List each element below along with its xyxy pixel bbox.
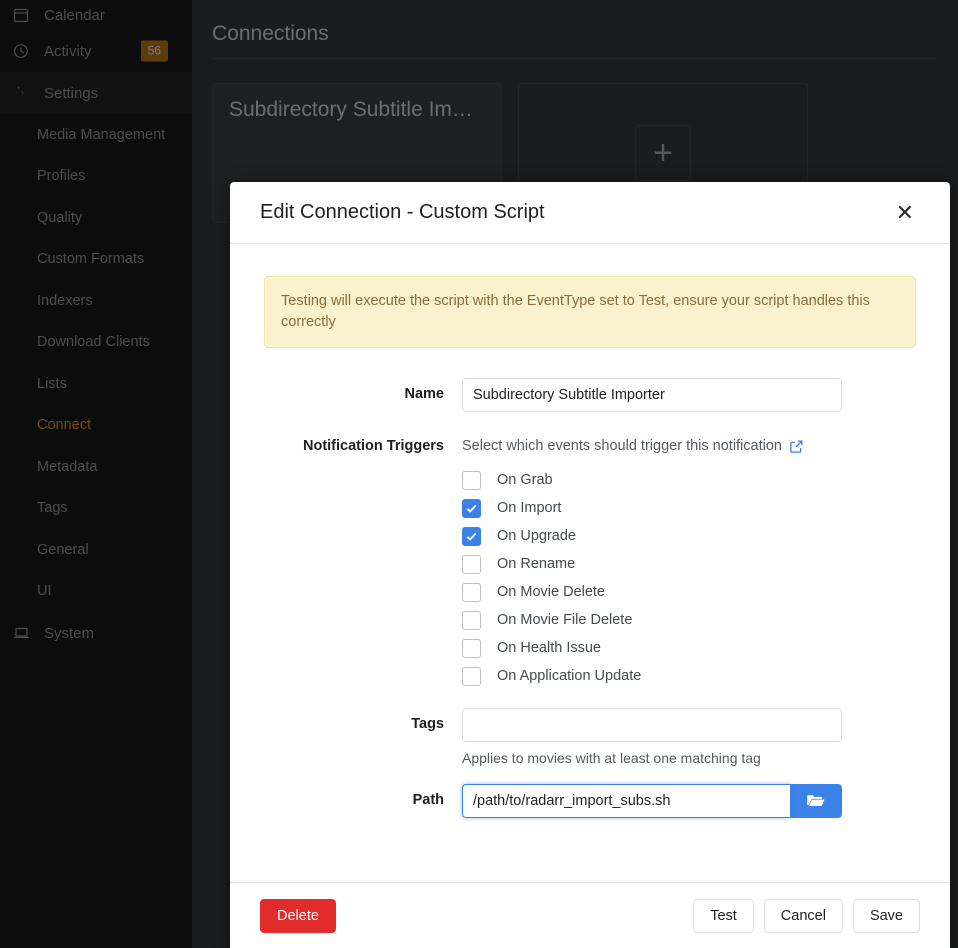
- checkbox-label: On Movie File Delete: [497, 612, 633, 629]
- save-button[interactable]: Save: [852, 898, 920, 933]
- checkbox-on-rename[interactable]: On Rename: [462, 550, 916, 578]
- checkbox-box[interactable]: [462, 470, 481, 490]
- testing-warning-alert: Testing will execute the script with the…: [264, 276, 916, 349]
- path-input-group: [462, 784, 842, 819]
- checkbox-label: On Upgrade: [497, 528, 576, 545]
- tags-helper-text: Applies to movies with at least one matc…: [462, 750, 761, 767]
- checkbox-on-movie-delete[interactable]: On Movie Delete: [462, 578, 916, 606]
- checkbox-on-grab[interactable]: On Grab: [462, 466, 916, 494]
- checkbox-label: On Import: [497, 500, 562, 517]
- external-link-icon[interactable]: [789, 439, 804, 454]
- name-input[interactable]: [462, 378, 842, 413]
- checkbox-label: On Grab: [497, 472, 553, 489]
- test-button[interactable]: Test: [693, 898, 754, 933]
- folder-open-icon[interactable]: [790, 784, 842, 819]
- checkbox-box[interactable]: [462, 582, 481, 602]
- checkbox-label: On Health Issue: [497, 640, 601, 657]
- name-field-row: Name: [264, 378, 916, 413]
- path-field-wrap: [462, 784, 916, 819]
- checkbox-box[interactable]: [462, 554, 481, 574]
- checkbox-on-application-update[interactable]: On Application Update: [462, 662, 916, 690]
- modal-footer: Delete Test Cancel Save: [230, 882, 950, 948]
- modal-body: Testing will execute the script with the…: [230, 244, 950, 882]
- close-icon[interactable]: ✕: [890, 198, 920, 228]
- notification-triggers-description-row: Select which events should trigger this …: [462, 430, 916, 454]
- checkbox-on-import[interactable]: On Import: [462, 494, 916, 522]
- delete-button[interactable]: Delete: [260, 898, 336, 933]
- checkbox-on-upgrade[interactable]: On Upgrade: [462, 522, 916, 550]
- checkbox-box[interactable]: [462, 666, 481, 686]
- path-label: Path: [412, 792, 444, 809]
- notification-triggers-row: Notification Triggers Select which event…: [264, 430, 916, 690]
- checkbox-label: On Rename: [497, 556, 576, 573]
- modal-header: Edit Connection - Custom Script ✕: [230, 182, 950, 244]
- app-root: Calendar Activity 56: [0, 0, 958, 948]
- tags-field-row: Tags Applies to movies with at least one…: [264, 708, 916, 766]
- tags-field-wrap: Applies to movies with at least one matc…: [462, 708, 916, 766]
- cancel-button[interactable]: Cancel: [763, 898, 843, 933]
- tags-label: Tags: [411, 716, 444, 733]
- checkbox-box[interactable]: [462, 498, 481, 518]
- modal-title: Edit Connection - Custom Script: [260, 201, 545, 223]
- checkbox-on-health-issue[interactable]: On Health Issue: [462, 634, 916, 662]
- notification-triggers-label: Notification Triggers: [303, 438, 444, 455]
- checkbox-box[interactable]: [462, 638, 481, 658]
- checkbox-label: On Movie Delete: [497, 584, 605, 601]
- notification-triggers-description: Select which events should trigger this …: [462, 438, 782, 455]
- edit-connection-modal: Edit Connection - Custom Script ✕ Testin…: [230, 182, 950, 948]
- notification-triggers-checkbox-list: On Grab On Import On Upgrade On Rename O…: [462, 466, 916, 690]
- tags-input[interactable]: [462, 708, 842, 743]
- path-field-row: Path: [264, 784, 916, 819]
- notification-triggers-field: Select which events should trigger this …: [462, 430, 916, 690]
- checkbox-box[interactable]: [462, 526, 481, 546]
- checkbox-label: On Application Update: [497, 668, 642, 685]
- name-field-wrap: [462, 378, 916, 413]
- checkbox-box[interactable]: [462, 610, 481, 630]
- checkbox-on-movie-file-delete[interactable]: On Movie File Delete: [462, 606, 916, 634]
- name-label: Name: [404, 386, 445, 403]
- path-input[interactable]: [462, 784, 790, 819]
